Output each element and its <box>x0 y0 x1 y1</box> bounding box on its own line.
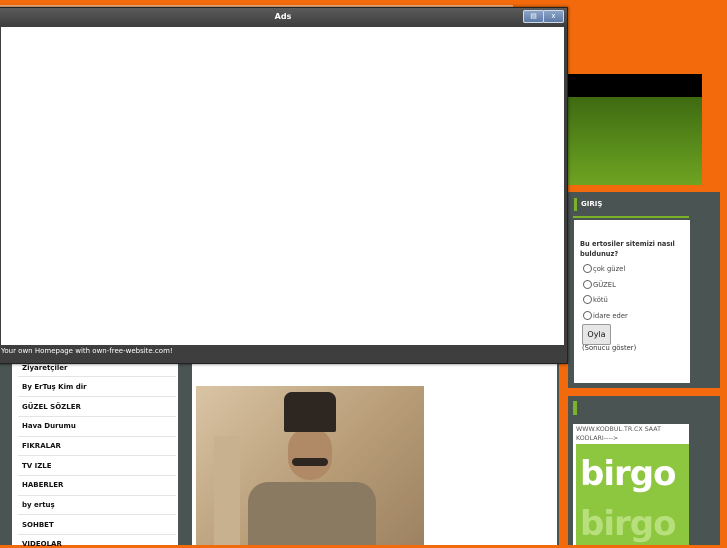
poll-option-label: kötü <box>593 296 608 304</box>
header-accent-bar <box>574 198 577 211</box>
menu-divider <box>18 455 176 456</box>
login-box-title: GIRIŞ <box>581 200 603 208</box>
ads-window[interactable]: Ads ▤ x Your own Homepage with own-free-… <box>0 7 568 364</box>
menu-item-by-ertus-kim-dir[interactable]: By ErTuş Kim dir <box>22 383 172 391</box>
ads-titlebar[interactable]: Ads ▤ x <box>0 8 567 27</box>
poll-option-1[interactable]: çok güzel <box>583 264 625 273</box>
radio-icon[interactable] <box>583 264 592 273</box>
login-box-header: GIRIŞ <box>573 195 689 215</box>
birgo-logo[interactable]: birgo birgo <box>576 444 689 545</box>
menu-item-haberler[interactable]: HABERLER <box>22 481 172 489</box>
clock-header-accent-bar <box>573 401 577 415</box>
menu-divider <box>18 534 176 535</box>
menu-item-videolar[interactable]: VIDEOLAR <box>22 540 172 548</box>
ads-minimize-button[interactable]: ▤ <box>523 10 544 23</box>
poll-panel: Bu ertosiler sitemizi nasıl buldunuz? ço… <box>574 220 690 383</box>
logo-text: birgo <box>580 454 676 494</box>
poll-option-label: GÜZEL <box>593 281 616 289</box>
nav-menu: Ziyaretçiler By ErTuş Kim dir GÜZEL SÖZL… <box>12 361 178 548</box>
menu-divider <box>18 475 176 476</box>
photo-uniform <box>248 482 376 545</box>
radio-icon[interactable] <box>583 280 592 289</box>
show-results-link[interactable]: (Sonucu göster) <box>582 344 636 352</box>
poll-question: Bu ertosiler sitemizi nasıl buldunuz? <box>580 240 675 258</box>
menu-item-guzel-sozler[interactable]: GÜZEL SÖZLER <box>22 403 172 411</box>
photo-mustache <box>292 458 328 466</box>
photo-hat <box>284 392 336 432</box>
window-icon: ▤ <box>530 12 537 20</box>
close-icon: x <box>551 12 556 20</box>
menu-divider <box>18 416 176 417</box>
menu-item-by-ertus[interactable]: by ertuş <box>22 501 172 509</box>
poll-option-2[interactable]: GÜZEL <box>583 280 616 289</box>
menu-divider <box>18 396 176 397</box>
radio-icon[interactable] <box>583 311 592 320</box>
photo-face <box>288 428 332 480</box>
poll-option-label: idare eder <box>593 312 628 320</box>
portrait-photo <box>196 386 424 545</box>
menu-divider <box>18 436 176 437</box>
menu-divider <box>18 514 176 515</box>
banner-image <box>568 97 702 185</box>
menu-item-hava-durumu[interactable]: Hava Durumu <box>22 422 172 430</box>
menu-item-sohbet[interactable]: SOHBET <box>22 521 172 529</box>
poll-option-label: çok güzel <box>593 265 626 273</box>
poll-option-4[interactable]: idare eder <box>583 311 628 320</box>
radio-icon[interactable] <box>583 295 592 304</box>
clock-link-text[interactable]: WWW.KODBUL.TR.CX SAAT KODLARI----> <box>576 425 689 443</box>
menu-divider <box>18 495 176 496</box>
logo-text-shadow: birgo <box>580 504 676 544</box>
ads-footer-link[interactable]: Your own Homepage with own-free-website.… <box>1 347 173 355</box>
photo-column <box>214 436 240 545</box>
menu-item-tv-izle[interactable]: TV IZLE <box>22 462 172 470</box>
ads-content <box>1 27 564 345</box>
ads-title: Ads <box>274 12 292 21</box>
poll-option-3[interactable]: kötü <box>583 295 608 304</box>
clock-panel: WWW.KODBUL.TR.CX SAAT KODLARI----> birgo… <box>573 424 689 545</box>
menu-item-fikralar[interactable]: FIKRALAR <box>22 442 172 450</box>
header-underline <box>573 216 689 218</box>
menu-item-ziyaretciler[interactable]: Ziyaretçiler <box>22 364 172 372</box>
menu-divider <box>18 376 176 377</box>
banner-top <box>568 74 702 97</box>
ads-close-button[interactable]: x <box>543 10 564 23</box>
vote-button[interactable]: Oyla <box>582 324 611 345</box>
